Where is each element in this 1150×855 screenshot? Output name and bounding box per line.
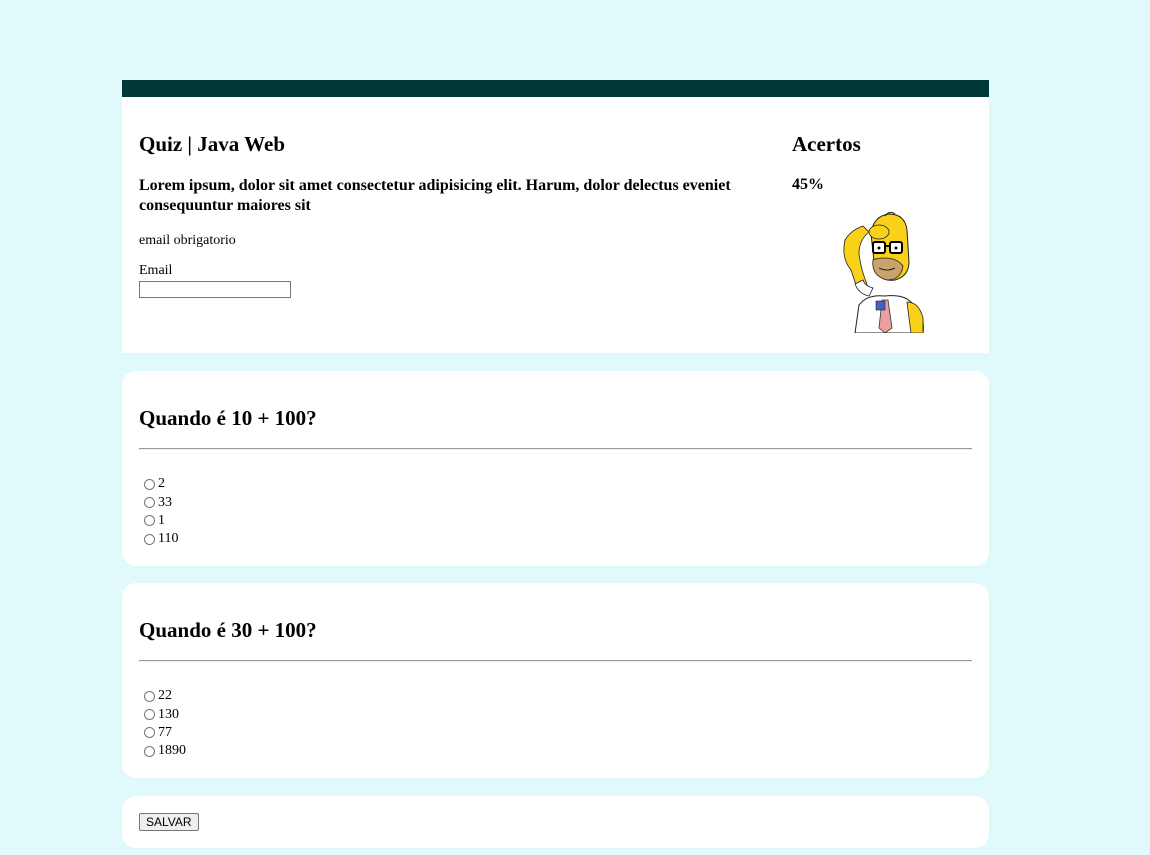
radio-button[interactable] bbox=[144, 745, 155, 757]
answer-option[interactable]: 77 bbox=[144, 724, 186, 742]
answer-option-label: 77 bbox=[158, 724, 172, 740]
quiz-header-card: Quiz | Java Web Lorem ipsum, dolor sit a… bbox=[122, 97, 989, 353]
radio-button[interactable] bbox=[144, 533, 155, 545]
quiz-description: Lorem ipsum, dolor sit amet consectetur … bbox=[139, 177, 731, 214]
radio-button[interactable] bbox=[144, 727, 155, 739]
question-card-2: Quando é 30 + 100? 22 130 77 1890 bbox=[122, 583, 989, 778]
radio-button[interactable] bbox=[144, 478, 155, 490]
answer-option-label: 130 bbox=[158, 706, 179, 722]
save-button[interactable]: SALVAR bbox=[139, 813, 199, 831]
email-field[interactable] bbox=[139, 281, 291, 298]
answer-option[interactable]: 130 bbox=[144, 705, 186, 723]
divider bbox=[139, 660, 972, 662]
radio-button[interactable] bbox=[144, 690, 155, 702]
divider bbox=[139, 448, 972, 450]
answer-options: 2 33 1 110 bbox=[144, 475, 178, 549]
answer-option[interactable]: 33 bbox=[144, 493, 178, 511]
answer-option[interactable]: 1 bbox=[144, 512, 178, 530]
homer-scratching-head-icon bbox=[843, 211, 924, 333]
answer-option[interactable]: 110 bbox=[144, 530, 178, 548]
answer-option[interactable]: 22 bbox=[144, 687, 186, 705]
question-card-1: Quando é 10 + 100? 2 33 1 110 bbox=[122, 371, 989, 566]
required-notice: email obrigatorio bbox=[139, 233, 236, 248]
question-title: Quando é 10 + 100? bbox=[139, 406, 317, 430]
radio-button[interactable] bbox=[144, 709, 155, 721]
answer-option-label: 110 bbox=[158, 531, 179, 547]
page-title: Quiz | Java Web bbox=[139, 132, 286, 156]
email-label: Email bbox=[139, 263, 173, 278]
save-card: SALVAR bbox=[122, 796, 989, 848]
top-color-bar bbox=[122, 80, 989, 97]
score-title: Acertos bbox=[792, 132, 861, 156]
answer-option-label: 22 bbox=[158, 688, 172, 704]
answer-option-label: 2 bbox=[158, 476, 165, 492]
quiz-container: Quiz | Java Web Lorem ipsum, dolor sit a… bbox=[122, 80, 989, 848]
radio-button[interactable] bbox=[144, 515, 155, 527]
answer-option-label: 33 bbox=[158, 494, 172, 510]
question-title: Quando é 30 + 100? bbox=[139, 618, 317, 642]
score-value: 45% bbox=[792, 176, 824, 193]
answer-option[interactable]: 2 bbox=[144, 475, 178, 493]
answer-options: 22 130 77 1890 bbox=[144, 687, 186, 761]
answer-option-label: 1890 bbox=[158, 743, 186, 759]
answer-option[interactable]: 1890 bbox=[144, 742, 186, 760]
answer-option-label: 1 bbox=[158, 512, 165, 528]
radio-button[interactable] bbox=[144, 497, 155, 509]
